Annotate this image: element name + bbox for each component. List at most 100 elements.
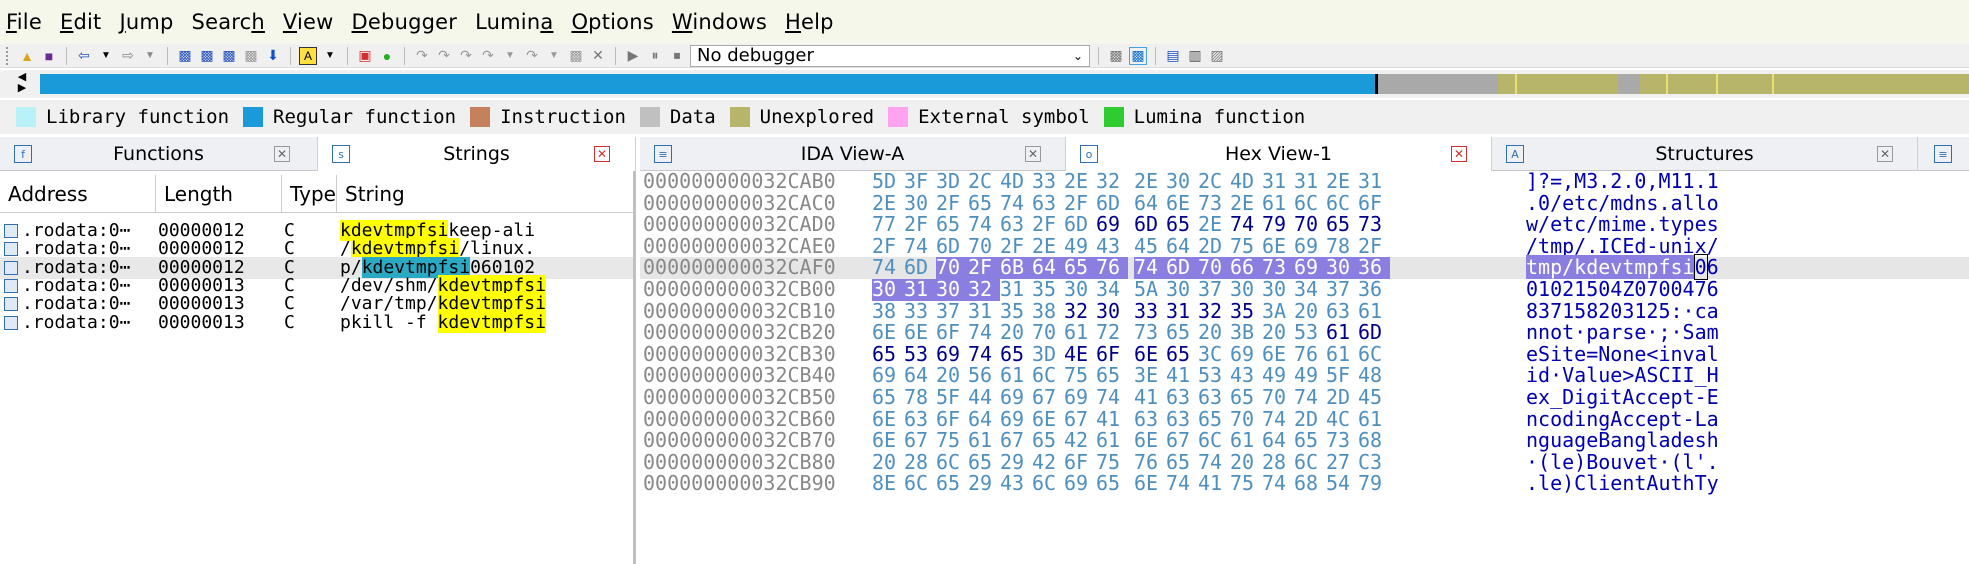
hex-ascii[interactable]: ncodingAccept-La [1526, 408, 1719, 431]
hex-byte[interactable]: 2E [1064, 171, 1096, 193]
hex-byte[interactable]: 65 [968, 451, 1000, 474]
hex-ascii[interactable]: ]?=,M3.2.0,M11.1 [1526, 171, 1719, 193]
hex-byte[interactable]: 2E [1230, 192, 1262, 215]
hex-byte[interactable]: 6C [1198, 430, 1230, 452]
hex-byte[interactable]: 20 [1230, 451, 1262, 474]
hex-byte[interactable]: 20 [1000, 322, 1032, 344]
hex-byte[interactable]: 2F [936, 192, 968, 215]
process-options-icon[interactable]: ▩ [1129, 46, 1147, 65]
hex-byte[interactable]: 64 [968, 408, 1000, 431]
hex-byte[interactable]: 66 [1230, 257, 1262, 279]
hex-byte[interactable]: 65 [1294, 430, 1326, 452]
step-out-icon[interactable]: ↷ [457, 47, 475, 65]
hex-byte[interactable]: 32 [1064, 300, 1096, 323]
hex-byte[interactable]: 2F [872, 235, 904, 258]
hex-ascii[interactable]: id·Value>ASCII_H [1526, 365, 1719, 387]
hex-byte[interactable]: 63 [1166, 408, 1198, 431]
hex-byte[interactable]: 45 [1134, 235, 1166, 258]
hex-byte[interactable]: 3D [1032, 343, 1064, 366]
hex-byte[interactable]: 6B [1000, 257, 1032, 279]
close-icon[interactable]: ✕ [1451, 146, 1467, 162]
hex-byte[interactable]: 3A [1262, 300, 1294, 323]
hex-row[interactable]: 000000000032CB70 6E 67 75 61 67 65 42 61 6E 67 6C 61… [640, 430, 1969, 452]
tab-strings[interactable]: s Strings ✕ [318, 137, 636, 171]
hex-byte[interactable]: 73 [1358, 214, 1390, 236]
hex-byte[interactable]: 53 [904, 343, 936, 366]
hex-byte[interactable]: 70 [1198, 257, 1230, 279]
hex-row[interactable]: 000000000032CB60 6E 63 6F 64 69 6E 67 41 63 63 65 70… [640, 408, 1969, 431]
hex-byte[interactable]: 6D [1166, 257, 1198, 279]
hex-byte[interactable]: 31 [1294, 171, 1326, 193]
hex-byte[interactable]: 3C [1198, 343, 1230, 366]
hex-byte[interactable]: 65 [1096, 473, 1128, 495]
hex-byte[interactable]: 6D [1096, 192, 1128, 215]
hex-byte[interactable]: 6E [1134, 473, 1166, 495]
hex-byte[interactable]: 6F [1064, 451, 1096, 474]
hex-byte[interactable]: 74 [968, 214, 1000, 236]
hex-byte[interactable]: 20 [1262, 322, 1294, 344]
hex-byte[interactable]: 36 [1358, 257, 1390, 279]
hex-byte[interactable]: 28 [1262, 451, 1294, 474]
hex-byte[interactable]: 74 [1134, 257, 1166, 279]
hex-byte[interactable]: 65 [872, 386, 904, 409]
hex-byte[interactable]: 30 [936, 278, 968, 301]
hex-byte[interactable]: 33 [904, 300, 936, 323]
hex-byte[interactable]: 61 [1230, 430, 1262, 452]
hex-byte[interactable]: 61 [1358, 300, 1390, 323]
hex-row[interactable]: 000000000032CAC0 2E 30 2F 65 74 63 2F 6D 64 6E 73 2E… [640, 192, 1969, 215]
hex-byte[interactable]: 33 [1134, 300, 1166, 323]
hex-byte[interactable]: 43 [1230, 365, 1262, 387]
binary-search-icon[interactable]: ▩ [220, 47, 238, 65]
hex-byte[interactable]: 49 [1262, 365, 1294, 387]
navband-scroll-icon[interactable]: ◀ ▶ [14, 72, 30, 96]
hex-byte[interactable]: 73 [1134, 322, 1166, 344]
hex-byte[interactable]: 35 [1230, 300, 1262, 323]
hex-byte[interactable]: 74 [1096, 386, 1128, 409]
hex-row[interactable]: 000000000032CAF0 74 6D 70 2F 6B 64 65 76 74 6D 70 66… [640, 254, 1969, 281]
hex-byte[interactable]: 73 [1262, 257, 1294, 279]
jump-down-icon[interactable]: ⬇ [264, 47, 282, 65]
menu-view[interactable]: View [283, 10, 334, 34]
hex-byte[interactable]: 74 [1262, 473, 1294, 495]
hex-byte[interactable]: 63 [1166, 386, 1198, 409]
trace-dropdown-icon[interactable]: ▼ [545, 47, 563, 65]
hex-byte[interactable]: 54 [1326, 473, 1358, 495]
hex-byte[interactable]: 75 [1230, 235, 1262, 258]
hex-byte[interactable]: 38 [872, 300, 904, 323]
hex-byte[interactable]: 41 [1096, 408, 1128, 431]
hex-row[interactable]: 000000000032CB90 8E 6C 65 29 43 6C 69 65 6E 74 41 75… [640, 473, 1969, 495]
hex-byte[interactable]: 35 [1000, 300, 1032, 323]
hex-byte[interactable]: 70 [1032, 322, 1064, 344]
hex-byte[interactable]: 63 [1134, 408, 1166, 431]
hex-byte[interactable]: 30 [872, 278, 904, 301]
hex-byte[interactable]: 69 [1230, 343, 1262, 366]
menu-windows[interactable]: Windows [672, 10, 767, 34]
hex-byte[interactable]: 6C [1294, 451, 1326, 474]
hex-byte[interactable]: 6C [1326, 192, 1358, 215]
hex-byte[interactable]: 48 [1358, 365, 1390, 387]
close-icon[interactable]: ✕ [594, 146, 610, 162]
tab-functions[interactable]: f Functions ✕ [0, 137, 318, 171]
hex-byte[interactable]: 63 [904, 408, 936, 431]
hex-byte[interactable]: 75 [936, 430, 968, 452]
hex-ascii[interactable]: .0/etc/mdns.allo [1526, 192, 1719, 215]
hex-byte[interactable]: 6F [936, 322, 968, 344]
hex-byte[interactable]: 75 [1230, 473, 1262, 495]
hex-byte[interactable]: 6C [1032, 365, 1064, 387]
tab-ida-view[interactable]: ≡ IDA View-A ✕ [640, 137, 1066, 171]
hex-byte[interactable]: 65 [1000, 343, 1032, 366]
hex-byte[interactable]: 6C [1294, 192, 1326, 215]
hex-byte[interactable]: 70 [968, 235, 1000, 258]
hex-byte[interactable]: 68 [1294, 473, 1326, 495]
hex-byte[interactable]: 65 [936, 473, 968, 495]
hex-byte[interactable]: 30 [1326, 257, 1358, 279]
xref-icon[interactable]: ▥ [1186, 47, 1204, 65]
hex-byte[interactable]: 34 [1096, 278, 1128, 301]
hex-byte[interactable]: 3E [1134, 365, 1166, 387]
hex-byte[interactable]: 29 [1000, 451, 1032, 474]
hex-byte[interactable]: 8E [872, 473, 904, 495]
hex-byte[interactable]: 67 [1064, 408, 1096, 431]
hex-byte[interactable]: 2E [1032, 235, 1064, 258]
hex-byte[interactable]: 76 [1096, 257, 1128, 279]
graph-icon[interactable]: ▤ [1164, 47, 1182, 65]
